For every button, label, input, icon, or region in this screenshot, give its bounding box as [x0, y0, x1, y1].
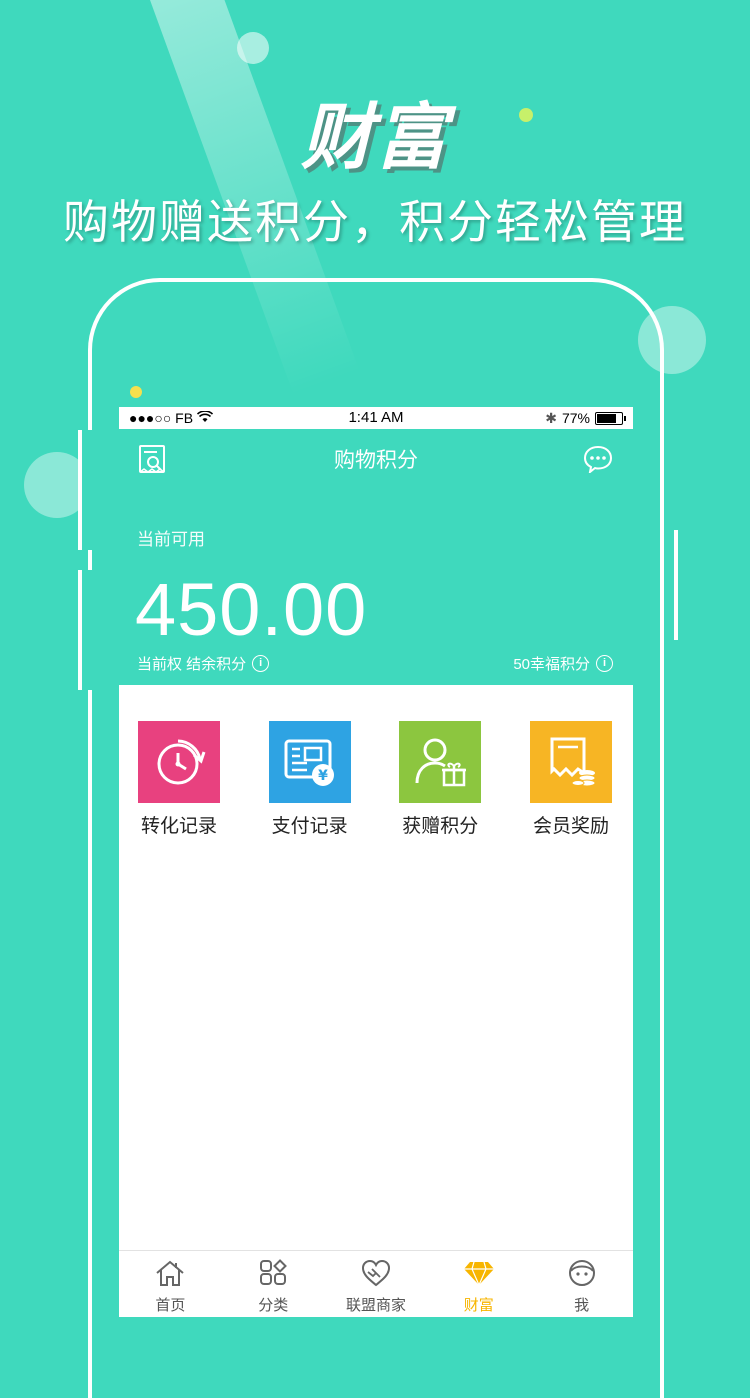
tab-home[interactable]: 首页 [119, 1251, 222, 1317]
action-label: 支付记录 [271, 816, 348, 837]
tab-wealth[interactable]: 财富 [427, 1251, 530, 1317]
info-icon[interactable]: i [596, 655, 613, 672]
phone-side-button-left-2 [78, 570, 92, 690]
action-member-rewards[interactable]: 会员奖励 [529, 721, 613, 838]
diamond-icon [462, 1259, 496, 1292]
happiness-points-text: 50幸福积分 [513, 656, 590, 673]
tab-bar: 首页 分类 联盟商家 财富 我 [119, 1250, 633, 1317]
balance-detail-left-text: 当前权 结余积分 [137, 656, 247, 673]
phone-side-button-left [78, 430, 92, 550]
tab-category[interactable]: 分类 [222, 1251, 325, 1317]
user-gift-icon [399, 721, 482, 803]
action-gifted-points[interactable]: 获赠积分 [398, 721, 482, 838]
balance-value: 450.00 [135, 568, 368, 651]
receipt-coins-icon [529, 721, 612, 803]
points-header: 购物积分 当前可用 450.00 当前权 结余积分 i 50幸福积分 i [119, 429, 633, 685]
payment-card-icon: ¥ [268, 721, 351, 803]
receipt-search-icon[interactable] [137, 443, 169, 480]
balance-detail-left[interactable]: 当前权 结余积分 i [137, 653, 270, 674]
svg-text:¥: ¥ [318, 768, 328, 784]
home-icon [154, 1259, 186, 1292]
face-icon [567, 1259, 597, 1292]
tab-label: 分类 [258, 1297, 289, 1314]
tab-label: 我 [574, 1297, 590, 1314]
nav-bar: 购物积分 [119, 429, 633, 489]
tab-label: 联盟商家 [345, 1297, 406, 1314]
happiness-points[interactable]: 50幸福积分 i [513, 653, 613, 674]
page-title: 购物积分 [334, 449, 418, 472]
battery-icon [595, 411, 626, 425]
status-time: 1:41 AM [348, 409, 404, 426]
tab-me[interactable]: 我 [530, 1251, 633, 1317]
action-grid: 转化记录 ¥ 支付记录 获赠积分 会员奖励 [119, 685, 633, 838]
available-label: 当前可用 [137, 530, 205, 549]
phone-screen: ●●●○○ FB 1:41 AM ✱ 77% 购物积分 当前可用 450.00 … [119, 407, 633, 1317]
timer-history-icon [138, 721, 220, 803]
action-label: 会员奖励 [532, 816, 609, 837]
tab-label: 财富 [463, 1297, 494, 1314]
action-label: 转化记录 [140, 816, 217, 837]
tab-alliance-merchants[interactable]: 联盟商家 [325, 1251, 428, 1317]
status-bar: ●●●○○ FB 1:41 AM ✱ 77% [119, 407, 633, 429]
promo-title: 财富 [300, 98, 449, 178]
promo-subtitle: 购物赠送积分，积分轻松管理 [63, 196, 687, 248]
action-conversion-records[interactable]: 转化记录 [137, 721, 221, 838]
action-label: 获赠积分 [402, 816, 479, 837]
tab-label: 首页 [155, 1297, 186, 1314]
category-grid-icon [258, 1259, 288, 1292]
info-icon[interactable]: i [252, 655, 270, 672]
chat-bubble-icon[interactable] [583, 445, 613, 478]
handshake-heart-icon [360, 1259, 392, 1292]
action-payment-records[interactable]: ¥ 支付记录 [268, 721, 352, 838]
phone-side-button-right [664, 530, 678, 640]
